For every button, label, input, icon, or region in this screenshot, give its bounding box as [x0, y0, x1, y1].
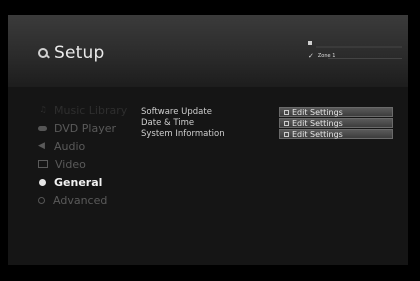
sidebar-item-label: Audio [54, 139, 86, 153]
sidebar-item-audio[interactable]: ◀ Audio [38, 137, 138, 155]
button-label: Edit Settings [292, 129, 343, 139]
square-icon [284, 120, 289, 126]
sidebar-item-label: General [54, 175, 103, 189]
zone-divider [316, 46, 402, 48]
button-label: Edit Settings [292, 107, 343, 117]
settings-list: Software Update Edit Settings Date & Tim… [141, 107, 403, 140]
checkmark-icon: ✓ [308, 52, 314, 60]
magnifier-icon [38, 196, 45, 204]
button-label: Edit Settings [292, 118, 343, 128]
page-title: Setup [54, 43, 105, 63]
sidebar-menu: ♫ Music Library DVD Player ◀ Audio Video… [38, 101, 138, 209]
sidebar-item-advanced[interactable]: Advanced [38, 191, 138, 209]
search-icon [38, 48, 48, 58]
setting-row-system-information: System Information Edit Settings [141, 129, 403, 140]
sidebar-item-music-library[interactable]: ♫ Music Library [38, 101, 138, 119]
setting-label: System Information [141, 129, 225, 139]
setting-label: Software Update [141, 107, 212, 117]
zone-indicator-icon [308, 41, 312, 45]
sidebar-item-dvd-player[interactable]: DVD Player [38, 119, 138, 137]
sidebar-item-label: Advanced [53, 193, 108, 207]
sidebar-item-label: DVD Player [54, 121, 116, 135]
sidebar-item-label: Video [55, 157, 86, 171]
dot-icon [39, 178, 46, 186]
header-bar: Setup ✓ Zone 1 [8, 15, 408, 87]
zone-underline [328, 58, 402, 59]
sidebar-item-general[interactable]: General [38, 173, 138, 191]
speaker-icon: ◀ [38, 141, 45, 151]
disc-icon [38, 125, 47, 131]
setting-row-date-time: Date & Time Edit Settings [141, 118, 403, 129]
setting-label: Date & Time [141, 118, 195, 128]
sidebar-item-video[interactable]: Video [38, 155, 138, 173]
edit-settings-button[interactable]: Edit Settings [279, 129, 393, 139]
edit-settings-button[interactable]: Edit Settings [279, 107, 393, 117]
square-icon [284, 109, 289, 115]
square-icon [284, 131, 289, 137]
setup-screen: Setup ✓ Zone 1 ♫ Music Library DVD Playe… [8, 15, 408, 265]
edit-settings-button[interactable]: Edit Settings [279, 118, 393, 128]
music-icon: ♫ [39, 105, 47, 114]
title-area: Setup [38, 43, 105, 63]
main-content: ♫ Music Library DVD Player ◀ Audio Video… [8, 87, 408, 265]
setting-row-software-update: Software Update Edit Settings [141, 107, 403, 118]
zone-selector[interactable]: ✓ Zone 1 [308, 41, 404, 63]
monitor-icon [38, 160, 48, 168]
sidebar-item-label: Music Library [54, 103, 128, 117]
